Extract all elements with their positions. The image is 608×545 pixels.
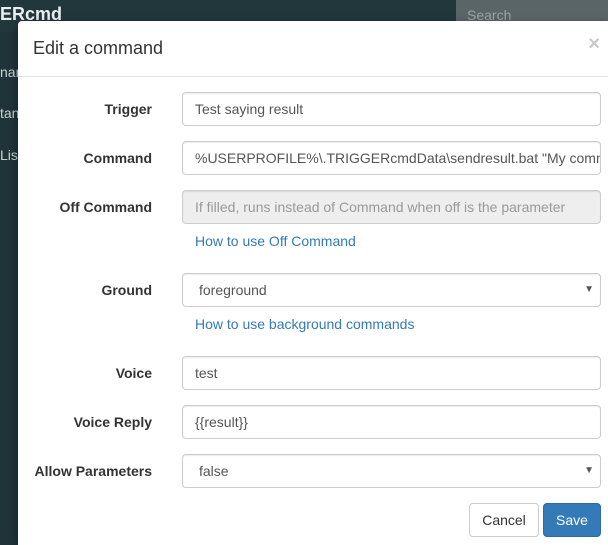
modal-title: Edit a command [33, 38, 164, 58]
allow-parameters-label: Allow Parameters [34, 463, 153, 479]
chevron-down-icon: ▼ [584, 284, 594, 295]
chevron-down-icon: ▼ [584, 465, 594, 476]
voice-label: Voice [115, 365, 152, 381]
voice-reply-label: Voice Reply [73, 414, 152, 430]
voice-reply-input[interactable]: {{result}} [182, 405, 601, 439]
off-command-help-link[interactable]: How to use Off Command [195, 233, 356, 249]
command-input[interactable]: %USERPROFILE%\.TRIGGERcmdData\sendresult… [182, 141, 601, 175]
cancel-button[interactable]: Cancel [469, 503, 539, 537]
allow-parameters-value: false [199, 463, 229, 479]
voice-input[interactable]: test [182, 356, 601, 390]
command-label: Command [83, 150, 152, 166]
edit-command-modal: Edit a command × Trigger Test saying res… [18, 21, 608, 545]
allow-parameters-select[interactable]: false ▼ [182, 454, 601, 488]
sidebar-item[interactable]: Lis [0, 147, 18, 163]
trigger-label: Trigger [104, 101, 152, 117]
trigger-input[interactable]: Test saying result [182, 92, 601, 126]
background-commands-help-link[interactable]: How to use background commands [195, 316, 414, 332]
sidebar-item[interactable]: tan [0, 105, 19, 121]
modal-header: Edit a command × [18, 21, 608, 77]
ground-label: Ground [101, 282, 152, 298]
save-button[interactable]: Save [543, 503, 601, 537]
off-command-label: Off Command [59, 199, 152, 215]
close-icon[interactable]: × [588, 33, 600, 56]
ground-select[interactable]: foreground ▼ [182, 273, 601, 307]
ground-select-value: foreground [199, 282, 267, 298]
off-command-input[interactable]: If filled, runs instead of Command when … [182, 190, 601, 224]
